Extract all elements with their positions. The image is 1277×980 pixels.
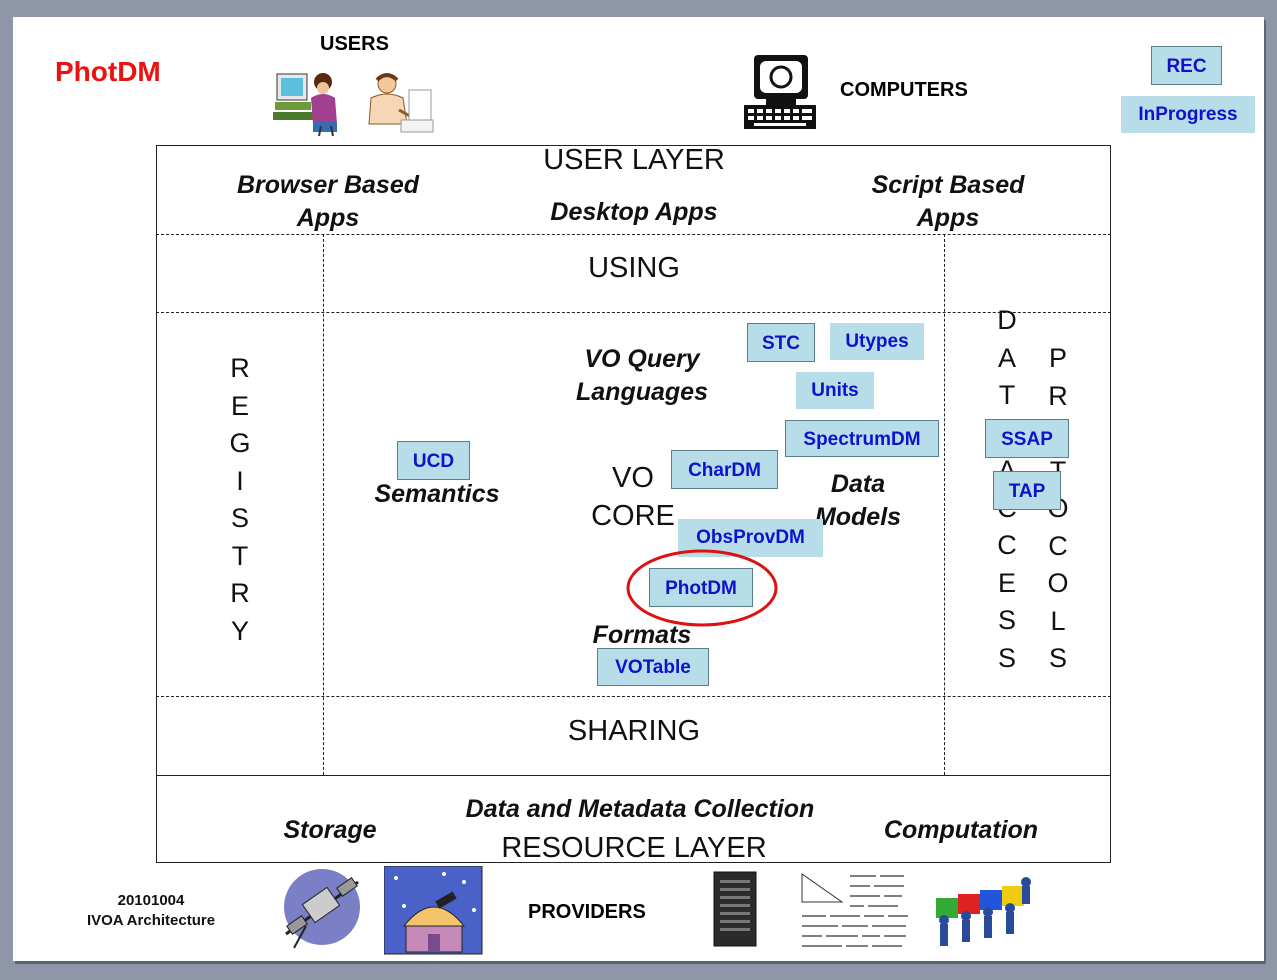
script-apps: Script Based Apps bbox=[828, 169, 1068, 235]
users-label: USERS bbox=[320, 33, 389, 55]
ssap-box: SSAP bbox=[985, 419, 1069, 458]
data-access-letter: S bbox=[997, 642, 1016, 673]
votable-box: VOTable bbox=[597, 648, 709, 686]
vo-query-languages: VO Query Languages bbox=[532, 343, 752, 409]
data-access-letter: S bbox=[997, 605, 1016, 635]
data-models-line1: Data bbox=[830, 470, 886, 498]
protocols-letter: L bbox=[1050, 605, 1066, 636]
data-access-letter: D bbox=[997, 305, 1017, 335]
protocols-letter: C bbox=[1048, 530, 1068, 561]
data-access-letter: T bbox=[998, 380, 1016, 410]
server-icon bbox=[713, 871, 757, 947]
computer-icon bbox=[744, 55, 816, 129]
right-border-dash bbox=[1110, 234, 1111, 775]
vo-query-line1: VO Query bbox=[584, 345, 700, 373]
using-divider bbox=[156, 312, 1111, 313]
user-layer-label: USER LAYER bbox=[543, 144, 725, 176]
photdm-highlight-ellipse bbox=[626, 549, 778, 627]
observatory-icon bbox=[384, 866, 483, 955]
user-writing-icon bbox=[368, 73, 434, 133]
units-box: Units bbox=[796, 372, 874, 409]
registry-label: R E G I S T R Y bbox=[225, 350, 255, 650]
providers-label: PROVIDERS bbox=[528, 901, 646, 923]
sharing-divider bbox=[156, 696, 1111, 697]
data-access-letter: E bbox=[997, 567, 1016, 598]
team-puzzle-icon bbox=[936, 877, 1031, 946]
data-metadata-collection: Data and Metadata Collection bbox=[465, 795, 815, 823]
footer-date: 20101004 bbox=[117, 892, 185, 909]
tap-box: TAP bbox=[993, 471, 1061, 510]
vo-query-line2: Languages bbox=[576, 378, 708, 406]
semantics-label: Semantics bbox=[374, 480, 500, 508]
script-apps-line2: Apps bbox=[916, 204, 980, 232]
footer-doc: IVOA Architecture bbox=[86, 912, 216, 929]
computers-label: COMPUTERS bbox=[840, 79, 968, 101]
satellite-icon bbox=[284, 869, 360, 949]
script-apps-line1: Script Based bbox=[871, 171, 1025, 199]
data-access-letter: A bbox=[997, 342, 1016, 373]
stc-box: STC bbox=[747, 323, 815, 362]
ucd-box: UCD bbox=[397, 441, 470, 480]
using-label: USING bbox=[588, 252, 680, 284]
browser-apps: Browser Based Apps bbox=[208, 169, 448, 235]
protocols-letter: S bbox=[1048, 643, 1067, 673]
protocols-letter: R bbox=[1048, 380, 1068, 411]
protocols-letter: P bbox=[1048, 343, 1067, 373]
storage-label: Storage bbox=[283, 816, 377, 844]
registry-divider bbox=[323, 234, 324, 775]
data-access-letter: C bbox=[997, 530, 1017, 560]
registry-letter: Y bbox=[230, 615, 249, 646]
computation-label: Computation bbox=[883, 816, 1039, 844]
sharing-label: SHARING bbox=[567, 715, 701, 747]
desktop-apps: Desktop Apps bbox=[550, 198, 718, 226]
user-at-computer-icon bbox=[273, 73, 337, 136]
resource-layer-divider bbox=[156, 775, 1111, 776]
math-formulas-icon bbox=[794, 866, 916, 950]
protocols-letter: O bbox=[1047, 568, 1069, 598]
spectrumdm-box: SpectrumDM bbox=[785, 420, 939, 457]
registry-letter: R bbox=[230, 353, 250, 383]
registry-letter: E bbox=[230, 390, 249, 421]
registry-letter: R bbox=[230, 578, 250, 608]
protocols-divider bbox=[944, 234, 945, 775]
chardm-box: CharDM bbox=[671, 450, 778, 489]
footer-doc-info: 20101004 IVOA Architecture bbox=[70, 891, 232, 931]
registry-letter: I bbox=[236, 465, 244, 496]
registry-letter: S bbox=[230, 503, 249, 533]
legend-in-progress: InProgress bbox=[1121, 96, 1255, 133]
legend-rec: REC bbox=[1151, 46, 1222, 85]
resource-layer-label: RESOURCE LAYER bbox=[501, 832, 767, 864]
page-title: PhotDM bbox=[55, 56, 161, 87]
registry-letter: G bbox=[229, 428, 251, 458]
registry-letter: T bbox=[231, 540, 249, 571]
utypes-box: Utypes bbox=[830, 323, 924, 360]
browser-apps-line2: Apps bbox=[296, 204, 360, 232]
browser-apps-line1: Browser Based bbox=[236, 171, 420, 199]
